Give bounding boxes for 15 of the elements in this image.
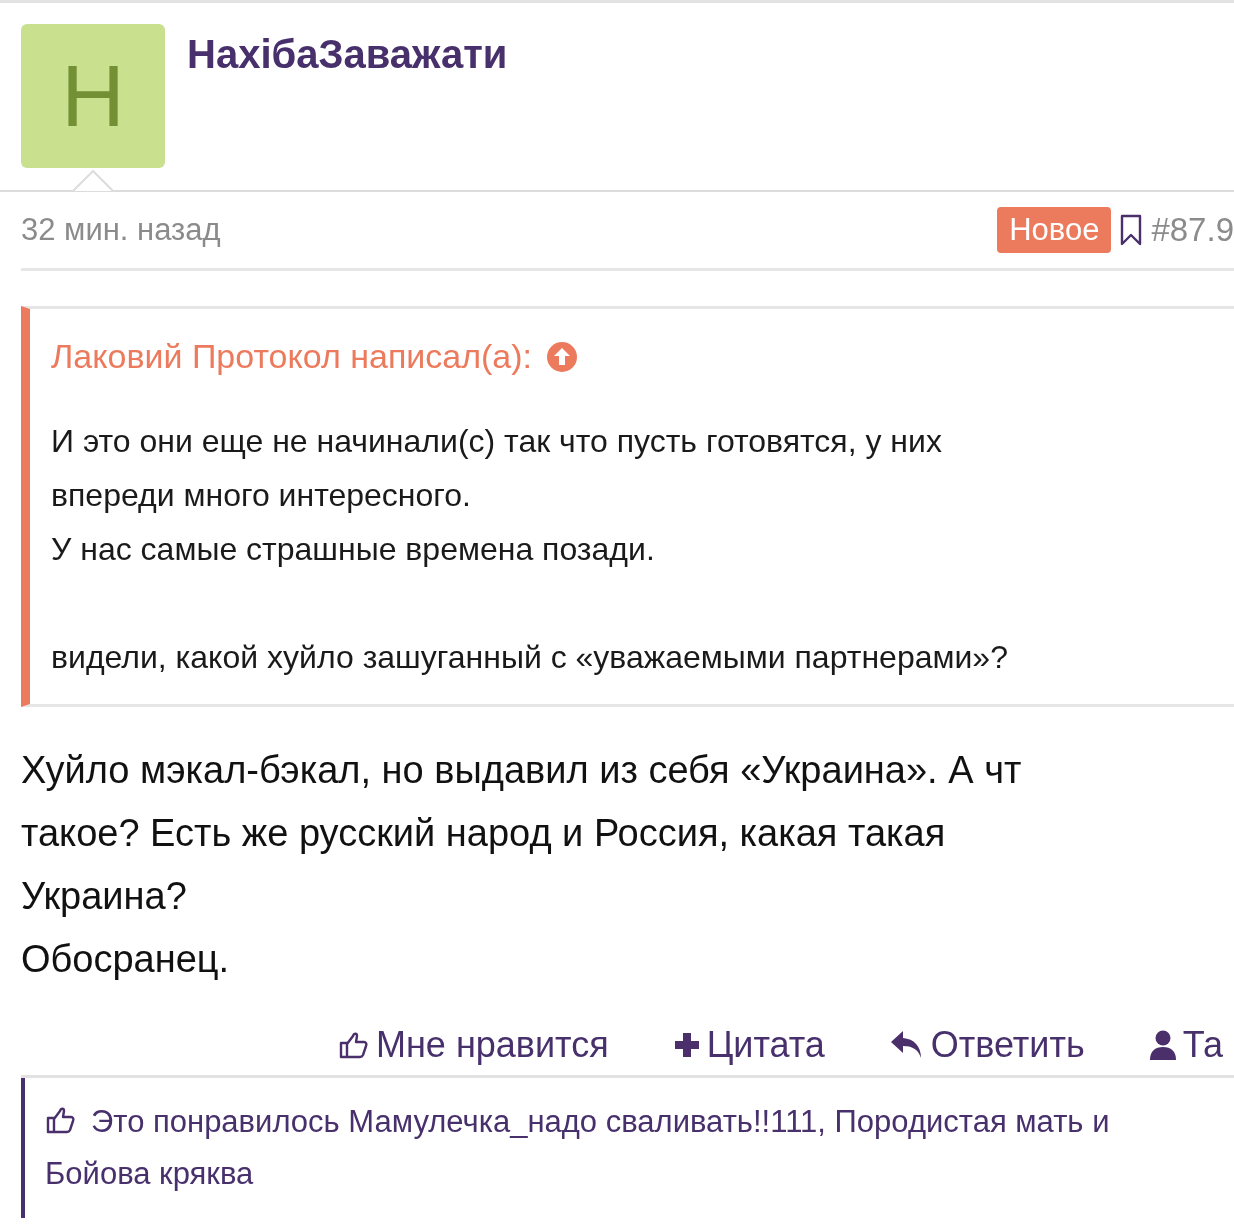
quote-text: видели, какой хуйло зашуганный с «уважаемыми партнерами»? bbox=[51, 638, 1009, 677]
arrow-up-circle-icon[interactable] bbox=[546, 340, 579, 373]
username-link[interactable]: НахібаЗаважати bbox=[187, 32, 508, 77]
new-badge: Новое bbox=[997, 207, 1112, 253]
like-link[interactable]: Мне нравится bbox=[338, 1024, 609, 1066]
plus-icon[interactable] bbox=[672, 1031, 701, 1059]
reply-link[interactable]: Ответить bbox=[888, 1024, 1085, 1066]
quote-link[interactable]: Цитата bbox=[672, 1024, 825, 1066]
user-link[interactable]: Та bbox=[1148, 1024, 1224, 1066]
bookmark-icon[interactable] bbox=[1119, 214, 1144, 246]
likes-text: Это понравилось Мамулечка_надо сваливать!!111, Породистая мать и Бойова кряква bbox=[45, 1101, 1111, 1193]
post-time: 32 мин. назад bbox=[21, 212, 221, 248]
post-text: Хуйло мэкал-бэкал, но выдавил из себя «Украина». А чт такое? Есть же русский народ и Россия, какая такая Украина? Обосранец. bbox=[21, 748, 1023, 982]
user-icon[interactable] bbox=[1148, 1029, 1177, 1061]
quote-text: И это они еще не начинали(с) так что пусть готовятся, у них впереди много интересного. У нас самые страшные времена позади. bbox=[51, 422, 943, 569]
